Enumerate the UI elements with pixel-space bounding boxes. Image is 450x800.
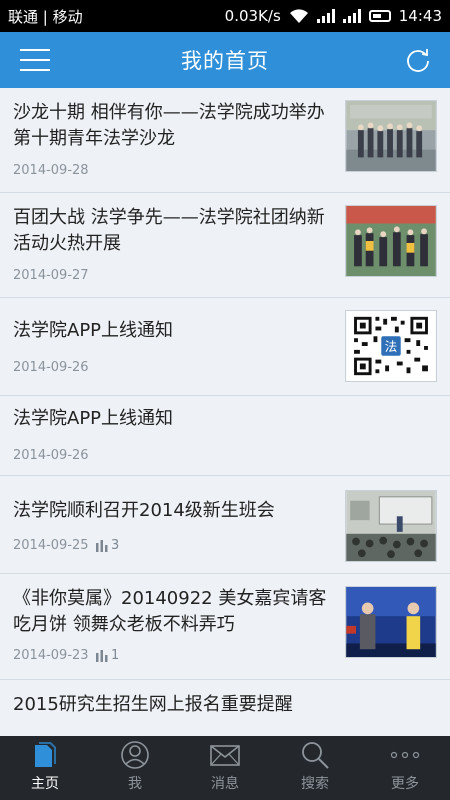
wifi-icon [289,9,308,23]
outdoor-crowd-thumbnail [345,205,437,277]
news-date: 2014-09-27 [13,268,89,283]
page-title: 我的首页 [181,49,269,73]
tab-label: 更多 [391,776,419,792]
group-photo-thumbnail [345,100,437,172]
news-item[interactable]: 《非你莫属》20140922 美女嘉宾请客吃月饼 领舞众老板不料弄巧 2014-… [0,574,450,680]
news-item[interactable]: 法学院APP上线通知 2014-09-26 法 [0,298,450,396]
tab-label: 主页 [31,776,59,792]
news-list: 沙龙十期 相伴有你——法学院成功举办第十期青年法学沙龙 2014-09-28 百… [0,88,450,736]
news-title: 法学院APP上线通知 [13,320,174,341]
classroom-thumbnail [345,490,437,562]
battery-icon [368,10,391,22]
view-count: 3 [96,538,119,553]
tab-label: 消息 [211,776,239,792]
tab-label: 搜索 [301,776,329,792]
news-item[interactable]: 2015研究生招生网上报名重要提醒 [0,680,450,736]
tab-messages[interactable]: 消息 [180,736,270,800]
news-item[interactable]: 法学院APP上线通知 2014-09-26 [0,396,450,476]
more-dots-icon [388,740,422,770]
home-document-icon [28,740,62,770]
tab-more[interactable]: 更多 [360,736,450,800]
news-title: 2015研究生招生网上报名重要提醒 [13,694,293,715]
news-title: 沙龙十期 相伴有你——法学院成功举办第十期青年法学沙龙 [13,102,325,149]
search-icon [298,740,332,770]
news-date: 2014-09-26 [13,360,89,375]
bottom-tab-bar: 主页 我 消息 搜索 更多 [0,736,450,800]
tab-me[interactable]: 我 [90,736,180,800]
refresh-icon[interactable] [404,46,432,74]
news-date: 2014-09-28 [13,163,89,178]
tv-stage-thumbnail [345,586,437,658]
bar-chart-icon [96,539,108,552]
view-count: 1 [96,648,119,663]
clock: 14:43 [398,7,442,25]
user-icon [118,740,152,770]
svg-text:法: 法 [385,339,398,354]
app-header: 我的首页 [0,32,450,88]
news-date: 2014-09-26 [13,448,89,463]
news-item[interactable]: 百团大战 法学争先——法学院社团纳新活动火热开展 2014-09-27 [0,193,450,298]
tab-home[interactable]: 主页 [0,736,90,800]
news-date: 2014-09-23 [13,648,89,663]
view-count-value: 1 [111,648,120,663]
bar-chart-icon [96,649,108,662]
news-item[interactable]: 法学院顺利召开2014级新生班会 2014-09-25 3 [0,476,450,574]
network-speed: 0.03K/s [224,7,281,25]
carrier-label: 联通 | 移动 [8,7,83,26]
news-title: 《非你莫属》20140922 美女嘉宾请客吃月饼 领舞众老板不料弄巧 [13,588,327,635]
news-item[interactable]: 沙龙十期 相伴有你——法学院成功举办第十期青年法学沙龙 2014-09-28 [0,88,450,193]
hamburger-menu-icon[interactable] [20,49,50,71]
view-count-value: 3 [111,538,120,553]
news-title: 法学院顺利召开2014级新生班会 [13,500,275,521]
mail-icon [208,740,242,770]
tab-search[interactable]: 搜索 [270,736,360,800]
news-date: 2014-09-25 [13,538,89,553]
news-title: 法学院APP上线通知 [13,408,174,429]
signal-icon-2 [342,9,361,23]
qr-code-thumbnail: 法 [345,310,437,382]
news-title: 百团大战 法学争先——法学院社团纳新活动火热开展 [13,207,325,254]
status-bar: 联通 | 移动 0.03K/s 14:43 [0,0,450,32]
signal-icon [316,9,335,23]
tab-label: 我 [128,776,142,792]
